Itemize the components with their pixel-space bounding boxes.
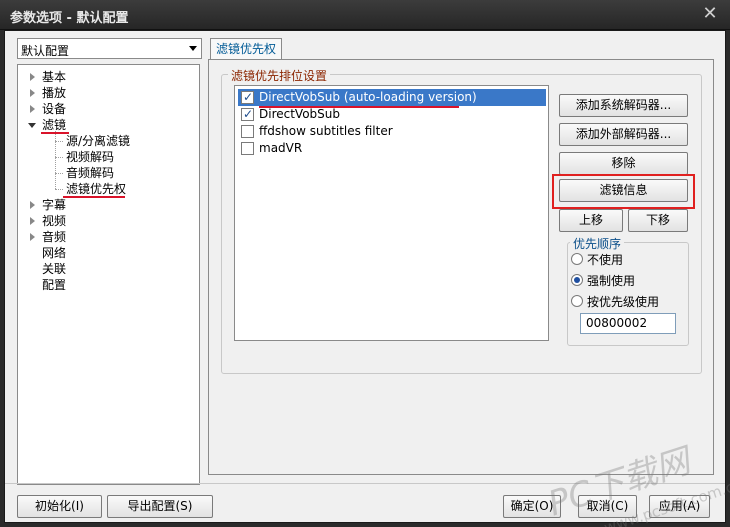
filter-checkbox[interactable] (241, 142, 254, 155)
filter-checkbox[interactable] (241, 106, 254, 123)
priority-radio-label: 不使用 (587, 253, 624, 267)
filter-row[interactable]: ffdshow subtitles filter (238, 123, 546, 140)
tree-item-label: 字幕 (42, 198, 67, 212)
priority-radio[interactable] (571, 253, 583, 265)
tree-item-label: 基本 (42, 70, 67, 84)
tree-connector (55, 189, 63, 190)
settings-tree[interactable]: 基本播放设备滤镜源/分离滤镜 视频解码音频解码滤镜优先权字幕视频音频网络关联配置 (17, 64, 200, 485)
apply-button[interactable]: 应用(A) (649, 495, 710, 518)
add-external-decoder-button[interactable]: 添加外部解码器... (559, 123, 688, 146)
tree-connector (55, 141, 63, 142)
tree-item-label: 源/分离滤镜 (66, 134, 131, 148)
priority-title: 优先顺序 (570, 235, 625, 252)
cancel-button[interactable]: 取消(C) (578, 495, 637, 518)
priority-order-group: 优先顺序 不使用强制使用按优先级使用 00800002 (567, 235, 689, 346)
filter-name: madVR (259, 141, 303, 155)
preset-value: 默认配置 (21, 44, 70, 58)
window-title: 参数选项 - 默认配置 (10, 11, 129, 26)
annotation-underline (259, 106, 459, 108)
tree-item-label: 滤镜优先权 (66, 182, 127, 196)
footer-divider (5, 483, 725, 484)
collapsed-arrow-icon[interactable] (30, 233, 35, 241)
remove-button[interactable]: 移除 (559, 152, 688, 175)
filter-row[interactable]: DirectVobSub (238, 106, 546, 123)
preset-dropdown[interactable]: 默认配置 (17, 38, 202, 59)
tree-connector (55, 157, 63, 158)
priority-radio[interactable] (571, 274, 583, 286)
priority-radio-label: 按优先级使用 (587, 295, 660, 309)
move-up-button[interactable]: 上移 (559, 209, 623, 232)
dialog-body: 默认配置 基本 播放 设备 滤镜 源/分离滤镜 视频解码 音频解码 滤镜优先权 字幕 视频 音频 网络… (4, 30, 730, 527)
collapsed-arrow-icon[interactable] (30, 217, 35, 225)
tree-item-label: 视频解码 (66, 150, 115, 164)
collapsed-arrow-icon[interactable] (30, 105, 35, 113)
export-config-button[interactable]: 导出配置(S) (107, 495, 213, 518)
filter-list[interactable]: DirectVobSub (auto-loading version) Direc… (234, 85, 549, 341)
priority-radio[interactable] (571, 295, 583, 307)
tree-item-label: 滤镜 (42, 118, 67, 132)
priority-radio-label: 强制使用 (587, 274, 636, 288)
tree-item-label: 音频解码 (66, 166, 115, 180)
tree-item-label: 设备 (42, 102, 67, 116)
tree-item-label: 视频 (42, 214, 67, 228)
annotation-underline (63, 196, 125, 198)
filter-row[interactable]: madVR (238, 140, 546, 157)
add-system-decoder-button[interactable]: 添加系统解码器... (559, 94, 688, 117)
collapsed-arrow-icon[interactable] (30, 73, 35, 81)
filter-row[interactable]: DirectVobSub (auto-loading version) (238, 89, 546, 106)
tree-item-label: 配置 (42, 278, 67, 292)
tree-item-label: 关联 (42, 262, 67, 276)
priority-value-field[interactable]: 00800002 (580, 313, 676, 334)
filter-checkbox[interactable] (241, 125, 254, 138)
filter-checkbox[interactable] (241, 89, 254, 106)
expanded-arrow-icon[interactable] (28, 123, 36, 128)
group-title: 滤镜优先排位设置 (228, 67, 331, 84)
tree-connector (55, 131, 56, 189)
filter-priority-group: 滤镜优先排位设置 DirectVobSub (auto-loading vers… (221, 67, 702, 374)
filter-name: DirectVobSub (259, 107, 341, 121)
tree-item-label: 音频 (42, 230, 67, 244)
filter-info-button[interactable]: 滤镜信息 (559, 179, 688, 202)
move-down-button[interactable]: 下移 (628, 209, 688, 232)
tree-item-label: 播放 (42, 86, 67, 100)
collapsed-arrow-icon[interactable] (30, 201, 35, 209)
tab-filter-priority[interactable]: 滤镜优先权 (210, 38, 282, 60)
ok-button[interactable]: 确定(O) (503, 495, 561, 518)
annotation-underline (41, 132, 69, 134)
close-icon[interactable]: ✕ (698, 3, 722, 25)
collapsed-arrow-icon[interactable] (30, 89, 35, 97)
filter-name: ffdshow subtitles filter (259, 124, 393, 138)
tab-panel: 滤镜优先排位设置 DirectVobSub (auto-loading vers… (208, 59, 714, 475)
filter-name: DirectVobSub (auto-loading version) (259, 90, 477, 104)
tree-connector (55, 173, 63, 174)
title-bar: 参数选项 - 默认配置 ✕ (0, 0, 730, 30)
chevron-down-icon (189, 46, 197, 51)
reset-button[interactable]: 初始化(I) (17, 495, 102, 518)
tree-item-label: 网络 (42, 246, 67, 260)
